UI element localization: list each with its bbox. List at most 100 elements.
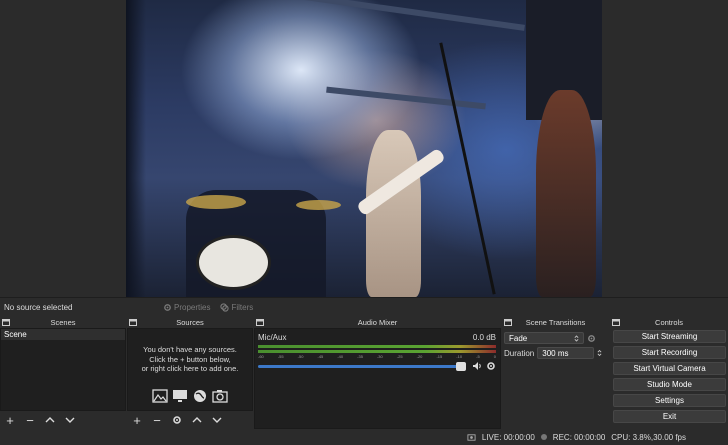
move-up-button[interactable] <box>44 414 56 427</box>
filters-label: Filters <box>231 303 254 312</box>
transition-value: Fade <box>509 333 528 343</box>
empty-line: Click the + button below, <box>149 354 231 364</box>
stage-truss <box>227 0 525 31</box>
list-item[interactable]: Scene <box>1 329 125 340</box>
stepper-icon[interactable] <box>597 349 602 357</box>
scenes-list[interactable]: Scene <box>0 328 126 411</box>
scale-tick: -40 <box>337 354 344 359</box>
scale-tick: -5 <box>476 354 480 359</box>
empty-line: or right click here to add one. <box>141 364 239 373</box>
fader-handle[interactable] <box>456 361 466 371</box>
stage-truss <box>326 86 486 110</box>
properties-label: Properties <box>174 303 211 312</box>
scale-tick: -20 <box>416 354 423 359</box>
sources-list[interactable]: You don't have any sources. Click the + … <box>127 328 253 411</box>
scale-tick: -15 <box>436 354 443 359</box>
sources-toolbar: + − <box>127 411 253 429</box>
start-virtual-camera-button[interactable]: Start Virtual Camera <box>613 362 726 375</box>
gear-icon <box>164 304 171 311</box>
channel-name: Mic/Aux <box>258 333 287 342</box>
cpu-status: CPU: 3.8%,30.00 fps <box>611 432 686 442</box>
scale-tick: -60 <box>258 354 264 359</box>
globe-icon <box>194 390 206 402</box>
gear-icon[interactable] <box>486 361 496 371</box>
duration-label: Duration <box>504 348 535 358</box>
undock-icon[interactable] <box>256 319 264 326</box>
obs-window: No source selected Properties Filters Sc… <box>0 0 728 445</box>
volume-fader[interactable] <box>258 361 466 371</box>
rec-status: REC: 00:00:00 <box>552 432 606 442</box>
undock-icon[interactable] <box>612 319 620 326</box>
remove-source-button[interactable]: − <box>151 414 163 427</box>
dock-title: Audio Mixer <box>254 317 501 328</box>
scale-tick: -55 <box>277 354 284 359</box>
dock-title: Scene Transitions <box>502 317 609 328</box>
scale-tick: 0 <box>493 354 496 359</box>
transition-select[interactable]: Fade <box>504 332 584 344</box>
move-down-button[interactable] <box>64 414 76 427</box>
properties-button[interactable]: Properties <box>163 303 210 312</box>
scenes-toolbar: + − <box>0 411 126 429</box>
exit-button[interactable]: Exit <box>613 410 726 423</box>
monitor-icon <box>173 390 187 402</box>
source-type-icons <box>128 389 252 403</box>
scale-tick: -35 <box>357 354 363 359</box>
undock-icon[interactable] <box>2 319 10 326</box>
shadow <box>126 0 146 297</box>
mixer-channel: Mic/Aux 0.0 dB -60 -55 -5 0 -45 -40 -35 -… <box>258 333 496 371</box>
filters-button[interactable]: Filters <box>220 303 253 312</box>
transition-select-row: Fade <box>504 332 607 344</box>
scenes-dock: Scenes Scene + − <box>0 317 126 429</box>
camera-icon <box>212 390 228 403</box>
dock-title: Sources <box>127 317 253 328</box>
settings-button[interactable]: Settings <box>613 394 726 407</box>
scale-tick: -10 <box>456 354 463 359</box>
source-properties-button[interactable] <box>171 414 183 427</box>
scale-tick: -45 <box>317 354 324 359</box>
guitarist-figure <box>536 90 596 297</box>
studio-mode-button[interactable]: Studio Mode <box>613 378 726 391</box>
transitions-panel: Fade Duration 300 ms <box>502 328 609 429</box>
channel-db: 0.0 dB <box>472 333 496 342</box>
duration-row: Duration 300 ms <box>504 347 607 359</box>
undock-icon[interactable] <box>504 319 512 326</box>
move-up-button[interactable] <box>191 414 203 427</box>
duration-input[interactable]: 300 ms <box>537 347 595 359</box>
add-scene-button[interactable]: + <box>4 414 16 427</box>
gear-icon <box>173 415 181 424</box>
empty-line: You don't have any sources. <box>143 345 237 354</box>
add-source-button[interactable]: + <box>131 414 143 427</box>
meter-scale: -60 -55 -50 -45 -40 -35 -30 -25 -20 -15 … <box>258 354 496 360</box>
sources-title: Sources <box>176 318 204 327</box>
audio-mixer-dock: Audio Mixer Mic/Aux 0.0 dB -60 -55 -5 0 -… <box>254 317 501 429</box>
controls-dock: Controls Start Streaming Start Recording… <box>610 317 728 429</box>
live-status: LIVE: 00:00:00 <box>481 432 535 442</box>
fader-row <box>258 361 496 371</box>
controls-panel: Start Streaming Start Recording Start Vi… <box>610 328 728 429</box>
dock-title: Scenes <box>0 317 126 328</box>
image-icon <box>152 389 168 403</box>
channel-icons <box>472 361 496 371</box>
mic-stand <box>439 42 496 295</box>
scale-tick: -30 <box>376 354 383 359</box>
no-source-label: No source selected <box>4 303 73 312</box>
source-toolbar: No source selected Properties Filters <box>0 297 728 317</box>
cymbal <box>186 195 246 209</box>
mixer-panel: Mic/Aux 0.0 dB -60 -55 -5 0 -45 -40 -35 -… <box>254 328 501 429</box>
sources-empty-message: You don't have any sources. Click the + … <box>128 345 252 374</box>
volume-meter <box>258 350 496 353</box>
scale-tick: -25 <box>396 354 403 359</box>
speaker-icon[interactable] <box>472 361 482 371</box>
undock-icon[interactable] <box>129 319 137 326</box>
live-icon <box>467 433 476 441</box>
volume-meter <box>258 345 496 348</box>
remove-scene-button[interactable]: − <box>24 414 36 427</box>
guitarist-figure <box>366 130 421 297</box>
start-streaming-button[interactable]: Start Streaming <box>613 330 726 343</box>
bass-drum <box>196 235 271 290</box>
move-down-button[interactable] <box>211 414 223 427</box>
record-dot-icon <box>540 434 547 440</box>
gear-icon[interactable] <box>587 334 596 343</box>
preview-canvas[interactable] <box>126 0 602 297</box>
start-recording-button[interactable]: Start Recording <box>613 346 726 359</box>
